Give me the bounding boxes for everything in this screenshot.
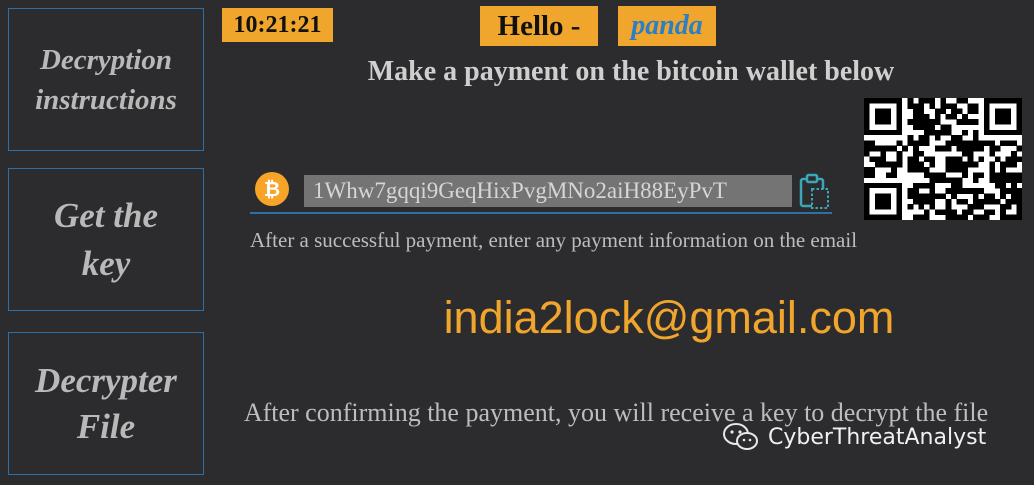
payment-heading: Make a payment on the bitcoin wallet bel…: [367, 56, 895, 87]
qr-code: [864, 98, 1023, 221]
decrypter-file-button[interactable]: Decrypter File: [8, 332, 204, 475]
wallet-address-field[interactable]: 1Whw7gqqi9GeqHixPvgMNo2aiH88EyPvT: [304, 175, 792, 207]
wechat-icon: [723, 423, 758, 450]
decryption-instructions-button[interactable]: Decryption instructions: [8, 8, 204, 151]
get-the-key-line2: key: [81, 243, 131, 283]
get-the-key-button[interactable]: Get the key: [8, 168, 204, 311]
wallet-row: ₿ 1Whw7gqqi9GeqHixPvgMNo2aiH88EyPvT: [250, 170, 832, 214]
decrypter-file-line1: Decrypter: [35, 360, 177, 400]
clipboard-copy-icon[interactable]: [798, 172, 830, 210]
decryption-instructions-line2: instructions: [35, 83, 177, 116]
watermark: CyberThreatAnalyst: [722, 420, 986, 454]
decryption-instructions-line1: Decryption: [39, 43, 173, 76]
username-label: panda: [618, 6, 716, 46]
watermark-text: CyberThreatAnalyst: [768, 424, 987, 450]
contact-email[interactable]: india2lock@gmail.com: [250, 292, 1034, 344]
get-the-key-line1: Get the: [53, 195, 158, 235]
countdown-timer: 10:21:21: [222, 8, 333, 42]
after-payment-text: After a successful payment, enter any pa…: [250, 228, 858, 252]
hello-label: Hello -: [480, 6, 598, 46]
bitcoin-icon: ₿: [255, 172, 289, 206]
decrypter-file-line2: File: [76, 406, 136, 446]
